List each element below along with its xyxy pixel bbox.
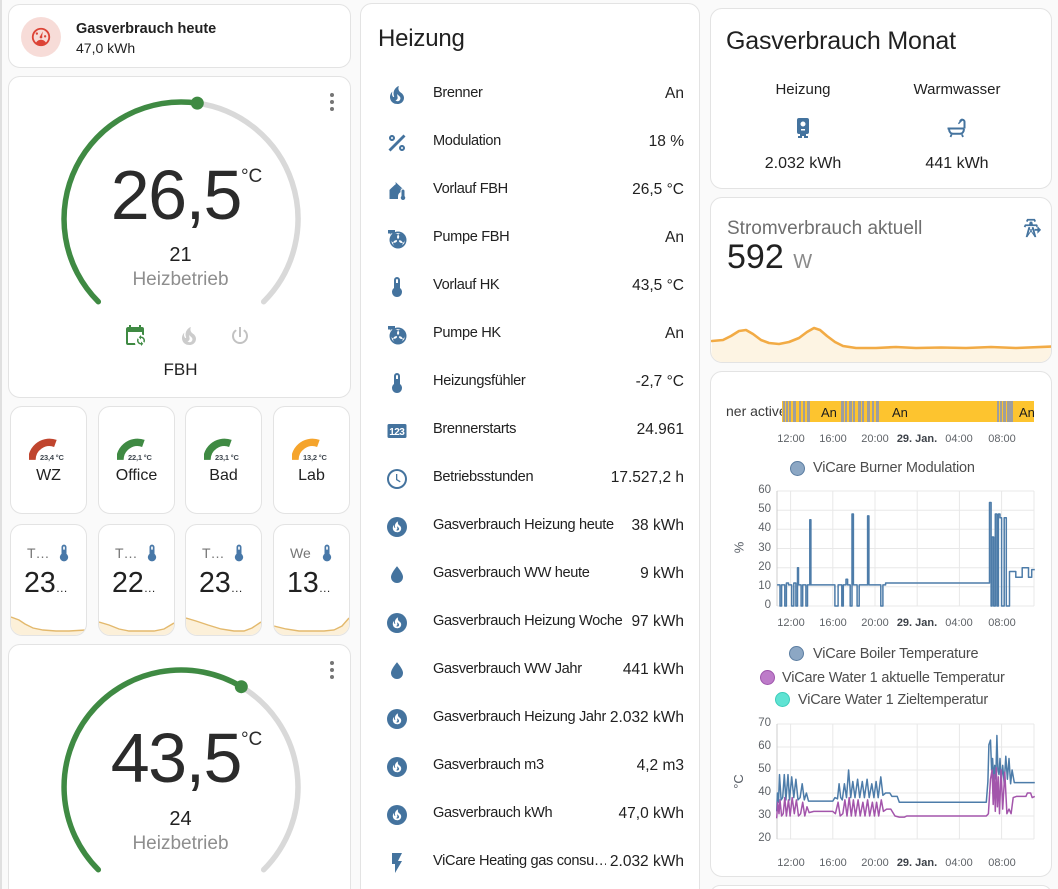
svg-text:3: 3 xyxy=(399,427,405,438)
